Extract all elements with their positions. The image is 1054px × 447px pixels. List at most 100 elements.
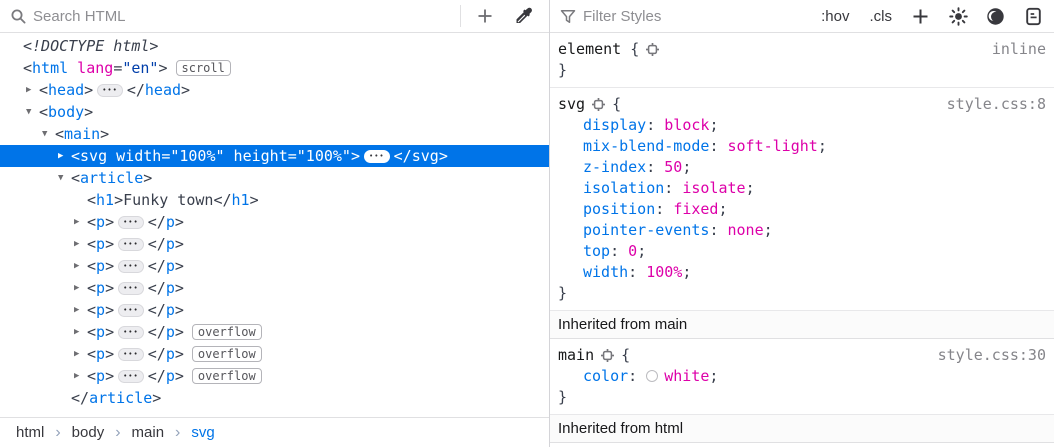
property-value[interactable]: 50	[664, 158, 682, 176]
property-value[interactable]: 100%	[646, 263, 682, 281]
expander-icon[interactable]: ▶	[58, 145, 71, 167]
property-name[interactable]: color	[583, 367, 628, 385]
tree-row[interactable]: ▶<p>•••</p>overflow	[0, 343, 549, 365]
selector-highlighter-icon[interactable]	[601, 349, 614, 362]
light-scheme-toggle-icon[interactable]	[949, 7, 968, 26]
stylesheet-link[interactable]: style.css:30	[938, 345, 1046, 366]
property-value[interactable]: isolate	[682, 179, 745, 197]
expander-icon[interactable]: ▶	[74, 277, 87, 299]
markup-token: <	[39, 79, 48, 101]
markup-token: html	[32, 57, 68, 79]
markup-token: >	[105, 211, 114, 233]
selector-highlighter-icon[interactable]	[592, 98, 605, 111]
property-value[interactable]: none	[728, 221, 764, 239]
tree-row[interactable]: </article>	[0, 387, 549, 409]
selector-highlighter-icon[interactable]	[646, 43, 659, 56]
tree-row[interactable]: ▼<main>	[0, 123, 549, 145]
property-name[interactable]: z-index	[583, 158, 646, 176]
tree-row[interactable]: ▶<p>•••</p>overflow	[0, 365, 549, 387]
tree-row[interactable]: ▶<p>•••</p>	[0, 233, 549, 255]
expander-icon[interactable]: ▶	[74, 255, 87, 277]
markup-token: p	[166, 321, 175, 343]
expander-icon[interactable]: ▼	[58, 167, 71, 189]
inline-ellipsis-toggle[interactable]: •••	[364, 150, 390, 163]
property-name[interactable]: top	[583, 242, 610, 260]
tree-row[interactable]: ▶<head>•••</head>	[0, 79, 549, 101]
markup-token: >	[105, 343, 114, 365]
expander-icon[interactable]: ▶	[74, 233, 87, 255]
property-name[interactable]: mix-blend-mode	[583, 137, 709, 155]
expander-icon[interactable]: ▶	[74, 365, 87, 387]
rule-selector[interactable]: svg	[558, 94, 585, 115]
tree-row[interactable]: ▶<svg width="100%" height="100%">•••</sv…	[0, 145, 549, 167]
expander-icon[interactable]: ▶	[74, 211, 87, 233]
property-name[interactable]: pointer-events	[583, 221, 709, 239]
tree-row[interactable]: ▶<p>•••</p>	[0, 255, 549, 277]
property-name[interactable]: position	[583, 200, 655, 218]
filter-styles-input[interactable]	[583, 8, 819, 25]
tree-row[interactable]: ▶<p>•••</p>	[0, 211, 549, 233]
tree-row[interactable]: ▶<p>•••</p>	[0, 277, 549, 299]
markup-token: p	[96, 321, 105, 343]
stylesheet-link[interactable]: inline	[992, 39, 1046, 60]
expander-icon[interactable]: ▼	[42, 123, 55, 145]
tree-row[interactable]: ▼<body>	[0, 101, 549, 123]
inline-ellipsis-toggle[interactable]: •••	[118, 238, 144, 251]
dark-scheme-toggle-icon[interactable]	[986, 7, 1005, 26]
inline-ellipsis-toggle[interactable]: •••	[118, 260, 144, 273]
property-name[interactable]: width	[583, 263, 628, 281]
css-rule: svg{style.css:8display: block;mix-blend-…	[550, 88, 1054, 311]
tree-row[interactable]: <!DOCTYPE html>	[0, 35, 549, 57]
expander-icon[interactable]: ▶	[74, 343, 87, 365]
toggle-classes-button[interactable]: .cls	[868, 8, 895, 25]
inline-ellipsis-toggle[interactable]: •••	[118, 216, 144, 229]
tree-row[interactable]: ▶<p>•••</p>	[0, 299, 549, 321]
inline-ellipsis-toggle[interactable]: •••	[97, 84, 123, 97]
property-value[interactable]: white	[664, 367, 709, 385]
stylesheet-link[interactable]: style.css:8	[947, 94, 1046, 115]
print-simulation-icon[interactable]	[1025, 7, 1042, 26]
tree-row[interactable]: <html lang="en">scroll	[0, 57, 549, 79]
property-value[interactable]: 0	[628, 242, 637, 260]
overflow-badge[interactable]: overflow	[192, 324, 262, 340]
search-input[interactable]	[33, 8, 460, 25]
property-value[interactable]: soft-light	[728, 137, 818, 155]
inline-ellipsis-toggle[interactable]: •••	[118, 348, 144, 361]
expander-icon[interactable]: ▶	[74, 299, 87, 321]
add-node-button[interactable]	[477, 8, 493, 24]
property-name[interactable]: display	[583, 116, 646, 134]
property-name[interactable]: isolation	[583, 179, 664, 197]
breadcrumb-item-body[interactable]: body	[70, 424, 107, 441]
overflow-badge[interactable]: overflow	[192, 368, 262, 384]
markup-panel: <!DOCTYPE html><html lang="en">scroll▶<h…	[0, 0, 550, 447]
markup-token: head	[48, 79, 84, 101]
eyedropper-icon[interactable]	[515, 7, 533, 25]
breadcrumb-separator-icon: ›	[106, 424, 129, 442]
markup-token: >	[114, 189, 123, 211]
rule-selector[interactable]: main	[558, 345, 594, 366]
inline-ellipsis-toggle[interactable]: •••	[118, 282, 144, 295]
inline-ellipsis-toggle[interactable]: •••	[118, 370, 144, 383]
expander-icon[interactable]: ▶	[74, 321, 87, 343]
scroll-badge[interactable]: scroll	[176, 60, 231, 76]
tree-row[interactable]: ▼<article>	[0, 167, 549, 189]
inline-ellipsis-toggle[interactable]: •••	[118, 304, 144, 317]
markup-token: "100%"	[170, 145, 224, 167]
overflow-badge[interactable]: overflow	[192, 346, 262, 362]
markup-token: </	[148, 321, 166, 343]
rule-selector[interactable]: element	[558, 39, 621, 60]
markup-token: =	[288, 145, 297, 167]
color-swatch[interactable]	[646, 370, 658, 382]
add-rule-button[interactable]	[912, 8, 929, 25]
breadcrumb-item-svg[interactable]: svg	[189, 424, 216, 441]
property-value[interactable]: block	[664, 116, 709, 134]
toggle-pseudo-classes-button[interactable]: :hov	[819, 8, 851, 25]
property-value[interactable]: fixed	[673, 200, 718, 218]
expander-icon[interactable]: ▶	[26, 79, 39, 101]
tree-row[interactable]: <h1>Funky town</h1>	[0, 189, 549, 211]
expander-icon[interactable]: ▼	[26, 101, 39, 123]
tree-row[interactable]: ▶<p>•••</p>overflow	[0, 321, 549, 343]
breadcrumb-item-html[interactable]: html	[14, 424, 46, 441]
breadcrumb-item-main[interactable]: main	[130, 424, 167, 441]
inline-ellipsis-toggle[interactable]: •••	[118, 326, 144, 339]
